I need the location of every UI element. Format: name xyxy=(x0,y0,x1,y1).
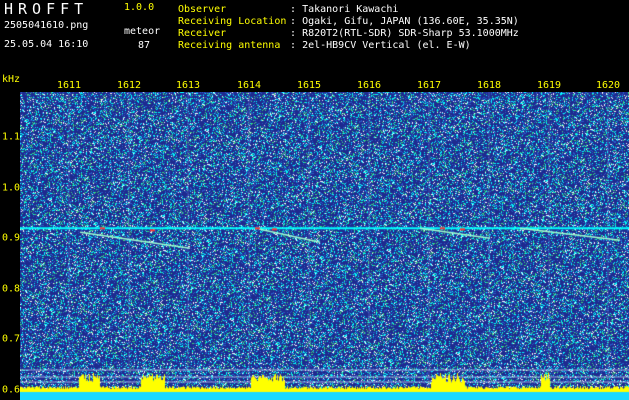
freq-label-0-6: 0.6 xyxy=(2,384,21,396)
time-label-1613: 1613 xyxy=(175,80,201,91)
station-info: Observer: Takanori Kawachi Receiving Loc… xyxy=(178,4,519,52)
header-panel: HROFFT 1.0.0 2505041610.png 25.05.04 16:… xyxy=(0,0,629,72)
time-label-1615: 1615 xyxy=(296,80,322,91)
freq-label-1-0: 1.0 xyxy=(2,182,21,194)
time-label-1619: 1619 xyxy=(536,80,562,91)
time-label-1620: 1620 xyxy=(595,80,621,91)
spectrogram-canvas xyxy=(20,92,629,400)
frequency-unit-label: kHz xyxy=(2,74,21,85)
freq-label-0-8: 0.8 xyxy=(2,283,21,295)
app-version: 1.0.0 xyxy=(124,2,155,13)
file-name: 2505041610.png xyxy=(4,20,89,31)
info-row-location: Receiving Location: Ogaki, Gifu, JAPAN (… xyxy=(178,16,519,27)
date-time: 25.05.04 16:10 xyxy=(4,39,89,50)
time-label-1611: 1611 xyxy=(56,80,82,91)
app-title: HROFFT xyxy=(4,0,89,18)
info-row-receiver: Receiver: R820T2(RTL-SDR) SDR-Sharp 53.1… xyxy=(178,28,519,39)
freq-label-0-7: 0.7 xyxy=(2,333,21,345)
mode-label: meteor xyxy=(124,26,161,37)
info-row-observer: Observer: Takanori Kawachi xyxy=(178,4,399,15)
time-label-1612: 1612 xyxy=(116,80,142,91)
meteor-count: 87 xyxy=(138,40,151,51)
info-row-antenna: Receiving antenna: 2el-HB9CV Vertical (e… xyxy=(178,40,471,51)
time-label-1617: 1617 xyxy=(416,80,442,91)
freq-label-1-1: 1.1 xyxy=(2,131,21,143)
time-label-1614: 1614 xyxy=(236,80,262,91)
time-label-1618: 1618 xyxy=(476,80,502,91)
freq-label-0-9: 0.9 xyxy=(2,232,21,244)
time-label-1616: 1616 xyxy=(356,80,382,91)
